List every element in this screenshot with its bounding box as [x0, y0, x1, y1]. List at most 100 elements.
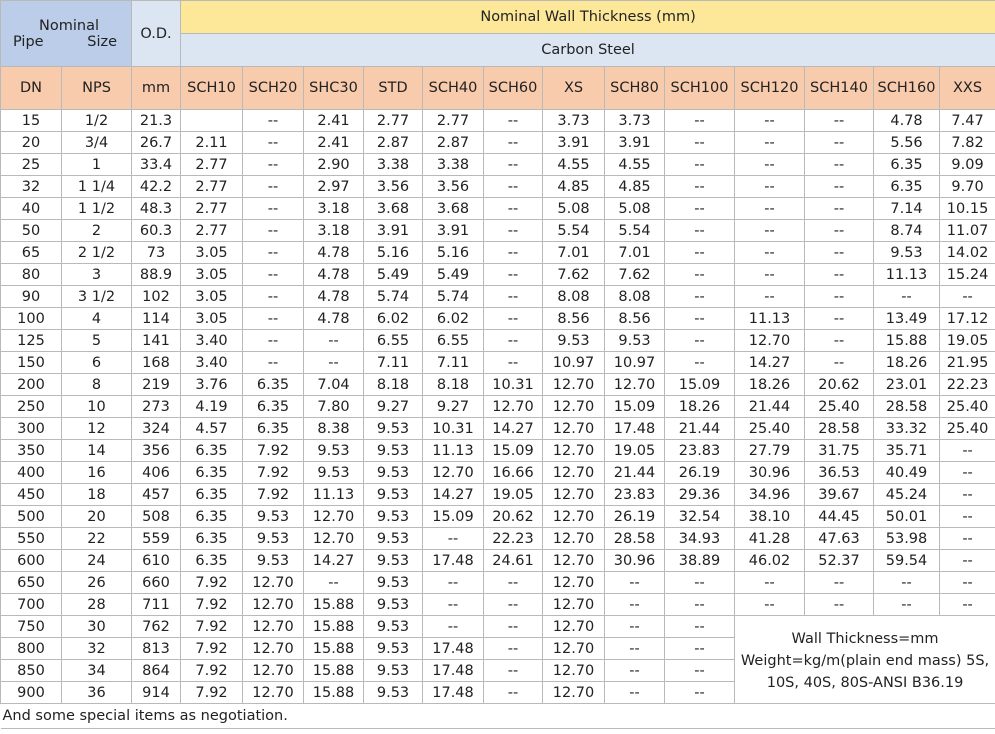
table-row: 40 1 1/2 48.3 2.77 -- 3.18 3.68 3.68 -- 5.08 5.08-… [0, 197, 995, 220]
table-cell: 4.78 [303, 263, 365, 286]
size-label: Size [87, 33, 118, 50]
table-cell: 6.35 [180, 527, 244, 550]
table-cell: 9.53 [873, 241, 941, 264]
table-cell: 6.35 [180, 483, 244, 506]
column-header: XS [542, 66, 606, 110]
table-cell: -- [483, 285, 544, 308]
table-cell: 14.27 [734, 351, 806, 374]
table-cell: 15.09 [422, 505, 485, 528]
table-cell: 12.70 [542, 461, 606, 484]
table-cell: 6.02 [363, 307, 424, 330]
table-cell: 2.77 [180, 219, 244, 242]
table-cell: 4.57 [180, 417, 244, 440]
table-cell: 28.58 [873, 395, 941, 418]
table-row: 250 10 273 4.19 6.35 7.80 9.27 9.27 12.70 12.70 15… [0, 395, 995, 418]
table-cell: -- [483, 109, 544, 132]
table-cell: 7.62 [542, 263, 606, 286]
table-cell: 5.16 [422, 241, 485, 264]
table-cell: 22 [60, 527, 133, 550]
table-cell: -- [242, 131, 305, 154]
table-cell: -- [939, 461, 995, 484]
table-cell: -- [242, 219, 305, 242]
column-header: SHC30 [303, 66, 365, 110]
table-cell: 2.77 [180, 175, 244, 198]
table-cell: 7.92 [242, 439, 305, 462]
table-cell: 4.78 [303, 285, 365, 308]
table-cell: 8.08 [542, 285, 606, 308]
table-cell: -- [939, 483, 995, 506]
column-header: SCH80 [604, 66, 666, 110]
table-cell: 7.92 [180, 571, 244, 594]
table-row: 125 5 141 3.40 -- -- 6.55 6.55 -- 9.53 9.53 -- 12.70… [0, 329, 995, 352]
table-cell: 60.3 [131, 219, 182, 242]
table-cell: 33.4 [131, 153, 182, 176]
table-cell: 47.63 [804, 527, 875, 550]
table-cell: 9.53 [303, 461, 365, 484]
table-cell: 10.31 [483, 373, 544, 396]
table-cell: -- [734, 219, 806, 242]
table-cell: 8.18 [363, 373, 424, 396]
table-cell: 8.18 [422, 373, 485, 396]
table-cell: 6.35 [242, 395, 305, 418]
table-cell: -- [734, 285, 806, 308]
table-cell: 35.71 [873, 439, 941, 462]
nominal-label: Nominal [39, 17, 99, 34]
table-cell: 9.09 [939, 153, 995, 176]
table-row: 80 3 88.9 3.05 -- 4.78 5.49 5.49 -- 7.62 7.62 -- -- -… [0, 263, 995, 286]
table-cell: 168 [131, 351, 182, 374]
table-cell: -- [422, 593, 485, 616]
table-row: 100 4 114 3.05 -- 4.78 6.02 6.02 -- 8.56 8.56 -- 11.… [0, 307, 995, 330]
table-cell: 14 [60, 439, 133, 462]
table-cell: -- [804, 219, 875, 242]
table-cell: 356 [131, 439, 182, 462]
table-cell: -- [483, 351, 544, 374]
table-cell: 19.05 [939, 329, 995, 352]
column-header: DN [0, 66, 62, 110]
table-cell: 7.92 [180, 659, 244, 682]
table-cell: 3.18 [303, 197, 365, 220]
table-cell: 15.09 [604, 395, 666, 418]
od-header: O.D. [131, 0, 182, 67]
table-cell: 15.88 [303, 659, 365, 682]
table-cell: -- [664, 681, 736, 704]
units-note-line: Wall Thickness=mm [791, 630, 939, 647]
table-cell: 4.78 [303, 307, 365, 330]
table-cell: 12.70 [542, 637, 606, 660]
units-note-line: Weight=kg/m(plain end mass) 5S, [740, 652, 990, 669]
table-cell: 5.74 [422, 285, 485, 308]
table-cell: -- [734, 197, 806, 220]
table-cell: 34 [60, 659, 133, 682]
table-cell: 28 [60, 593, 133, 616]
table-cell: 17.12 [939, 307, 995, 330]
table-row: 600 24 610 6.35 9.53 14.27 9.53 17.48 24.61 12.70… [0, 549, 995, 572]
table-cell: -- [483, 307, 544, 330]
table-cell: -- [483, 153, 544, 176]
table-cell: 6.35 [180, 461, 244, 484]
table-cell: 6.55 [422, 329, 485, 352]
table-cell: -- [664, 659, 736, 682]
table-cell: -- [804, 351, 875, 374]
table-cell: 7.11 [363, 351, 424, 374]
table-cell: -- [303, 329, 365, 352]
table-cell: 10.97 [604, 351, 666, 374]
column-header: NPS [60, 66, 133, 110]
table-cell: 12.70 [483, 395, 544, 418]
table-cell: -- [664, 241, 736, 264]
table-cell: 12 [60, 417, 133, 440]
table-cell: 25.40 [734, 417, 806, 440]
table-cell: 7.62 [604, 263, 666, 286]
table-cell: 53.98 [873, 527, 941, 550]
table-cell: 48.3 [131, 197, 182, 220]
table-cell: 5 [60, 329, 133, 352]
table-cell: -- [804, 109, 875, 132]
table-cell: 914 [131, 681, 182, 704]
table-cell: 12.70 [542, 395, 606, 418]
table-cell: -- [664, 153, 736, 176]
column-header: SCH60 [483, 66, 544, 110]
table-cell: 23.01 [873, 373, 941, 396]
table-cell: 28.58 [604, 527, 666, 550]
table-cell: 9.53 [363, 549, 424, 572]
table-cell: 400 [0, 461, 62, 484]
table-row: 750 30 762 7.92 12.70 15.88 9.53 -- -- 12.70 -- -- W… [0, 615, 995, 704]
table-cell: 3.18 [303, 219, 365, 242]
